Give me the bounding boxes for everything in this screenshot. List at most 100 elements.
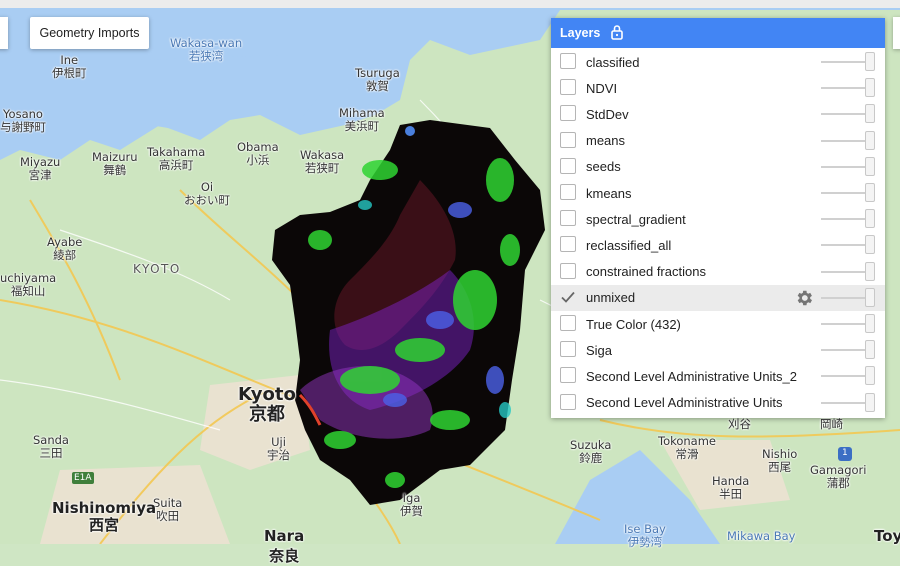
layer-name: NDVI bbox=[586, 80, 618, 96]
layer-row[interactable]: kmeans bbox=[551, 180, 885, 206]
left-panel-toggle[interactable] bbox=[0, 17, 8, 49]
layer-checkbox[interactable] bbox=[560, 105, 576, 122]
map-label-ayabe: Ayabe 綾部 bbox=[47, 235, 83, 262]
opacity-slider-track[interactable] bbox=[821, 192, 871, 194]
lock-icon[interactable] bbox=[610, 24, 624, 43]
geometry-imports-button[interactable]: Geometry Imports bbox=[30, 17, 149, 49]
map-label-suzuka: Suzuka 鈴鹿 bbox=[570, 438, 612, 465]
layer-row[interactable]: unmixed bbox=[551, 284, 885, 313]
opacity-slider-handle[interactable] bbox=[865, 78, 875, 98]
opacity-slider-track[interactable] bbox=[821, 270, 871, 273]
layers-title: Layers bbox=[560, 26, 601, 40]
layer-row[interactable]: classified bbox=[551, 49, 885, 75]
opacity-slider-handle[interactable] bbox=[865, 261, 875, 281]
route-1-badge: 1 bbox=[842, 448, 848, 458]
map-label-tokoname: Tokoname 常滑 bbox=[658, 434, 717, 461]
opacity-slider-track[interactable] bbox=[821, 323, 871, 325]
opacity-slider-track[interactable] bbox=[821, 139, 871, 142]
map-label-nishinomiya: Nishinomiya 西宮 bbox=[52, 499, 157, 534]
layer-name: True Color (432) bbox=[586, 316, 681, 332]
layer-checkbox[interactable] bbox=[560, 393, 576, 410]
layer-row[interactable]: True Color (432) bbox=[551, 311, 885, 337]
map-label-suita: Suita 吹田 bbox=[153, 496, 183, 523]
opacity-slider-track[interactable] bbox=[821, 244, 871, 247]
opacity-slider-handle[interactable] bbox=[865, 156, 875, 176]
layers-panel: Layers classified NDVI StdDev means seeds kme… bbox=[551, 18, 885, 418]
map-label-yosano: Yosano 与謝野町 bbox=[0, 107, 46, 134]
opacity-slider-handle[interactable] bbox=[865, 340, 875, 360]
layer-checkbox[interactable] bbox=[560, 184, 576, 200]
layer-checkbox[interactable] bbox=[560, 262, 576, 279]
layer-row[interactable]: Second Level Administrative Units bbox=[551, 390, 885, 416]
opacity-slider-handle[interactable] bbox=[865, 366, 875, 386]
opacity-slider-handle[interactable] bbox=[865, 287, 875, 307]
opacity-slider-handle[interactable] bbox=[865, 52, 875, 71]
opacity-slider-track[interactable] bbox=[821, 87, 871, 90]
layer-row[interactable]: spectral_gradient bbox=[551, 206, 885, 232]
layer-row[interactable]: seeds bbox=[551, 154, 885, 180]
route-e1a-badge: E1A bbox=[74, 473, 92, 483]
layer-checkbox[interactable] bbox=[560, 210, 576, 227]
opacity-slider-track[interactable] bbox=[821, 113, 871, 116]
gear-icon[interactable] bbox=[794, 288, 814, 313]
opacity-slider-track[interactable] bbox=[821, 401, 871, 404]
layer-checkbox[interactable] bbox=[560, 315, 576, 331]
layer-name: Second Level Administrative Units bbox=[586, 395, 783, 411]
layer-row[interactable]: constrained fractions bbox=[551, 259, 885, 285]
layer-row[interactable]: Siga bbox=[551, 337, 885, 363]
opacity-slider-handle[interactable] bbox=[865, 235, 875, 255]
layer-name: reclassified_all bbox=[586, 237, 672, 253]
map-label-iga: Iga 伊賀 bbox=[400, 491, 423, 518]
layer-row[interactable]: Second Level Administrative Units_2 bbox=[551, 363, 885, 389]
layer-row[interactable]: reclassified_all bbox=[551, 232, 885, 258]
layer-checkbox[interactable] bbox=[560, 367, 576, 384]
opacity-slider-track[interactable] bbox=[821, 349, 871, 352]
map-label-gamagori: Gamagori 蒲郡 bbox=[810, 463, 867, 490]
layer-name: constrained fractions bbox=[586, 264, 706, 280]
map-label-takahama: Takahama 高浜町 bbox=[147, 145, 206, 172]
map-label-ise-bay: Ise Bay 伊勢湾 bbox=[624, 522, 666, 549]
opacity-slider-handle[interactable] bbox=[865, 183, 875, 202]
layer-checkbox[interactable] bbox=[560, 289, 576, 305]
opacity-slider-track[interactable] bbox=[821, 375, 871, 378]
layer-checkbox[interactable] bbox=[560, 341, 576, 358]
map-label-oi: Oi おおい町 bbox=[184, 180, 230, 207]
opacity-slider-track[interactable] bbox=[821, 165, 871, 168]
map-label-nara: Nara 奈良 bbox=[264, 527, 305, 565]
opacity-slider-handle[interactable] bbox=[865, 104, 875, 124]
layer-name: Siga bbox=[586, 342, 613, 358]
opacity-slider-handle[interactable] bbox=[865, 209, 875, 229]
map-label-kariya: 刈谷 bbox=[728, 417, 751, 431]
layer-checkbox[interactable] bbox=[560, 236, 576, 253]
layers-panel-header[interactable]: Layers bbox=[551, 18, 885, 48]
layer-name: means bbox=[586, 133, 626, 149]
layer-checkbox[interactable] bbox=[560, 53, 576, 69]
layer-name: kmeans bbox=[586, 185, 632, 201]
opacity-slider-handle[interactable] bbox=[865, 130, 875, 150]
layer-row[interactable]: StdDev bbox=[551, 101, 885, 127]
map-label-miyazu: Miyazu 宮津 bbox=[20, 155, 61, 182]
opacity-slider-handle[interactable] bbox=[865, 392, 875, 412]
right-panel-toggle[interactable] bbox=[893, 17, 900, 49]
layer-name: StdDev bbox=[586, 106, 629, 122]
layer-name: spectral_gradient bbox=[586, 211, 686, 227]
layer-checkbox[interactable] bbox=[560, 157, 576, 174]
layer-name: unmixed bbox=[586, 290, 636, 306]
map-label-uji: Uji 宇治 bbox=[267, 435, 290, 462]
map-label-maizuru: Maizuru 舞鶴 bbox=[92, 150, 138, 177]
opacity-slider-track[interactable] bbox=[821, 61, 871, 63]
map-label-toy: Toy bbox=[874, 527, 900, 545]
map-label-okazaki: 岡崎 bbox=[820, 417, 843, 431]
map-label-kyoto-region: KYOTO bbox=[133, 262, 181, 276]
opacity-slider-track[interactable] bbox=[821, 218, 871, 221]
map-label-nishio: Nishio 西尾 bbox=[762, 447, 798, 474]
layer-checkbox[interactable] bbox=[560, 79, 576, 96]
layer-row[interactable]: means bbox=[551, 128, 885, 154]
opacity-slider-track[interactable] bbox=[821, 296, 871, 299]
opacity-slider-handle[interactable] bbox=[865, 314, 875, 333]
map-label-kyoto: Kyoto 京都 bbox=[238, 384, 296, 425]
map-label-mikawa-bay: Mikawa Bay bbox=[727, 529, 796, 543]
layer-checkbox[interactable] bbox=[560, 131, 576, 148]
layer-row[interactable]: NDVI bbox=[551, 75, 885, 101]
map-label-wakasa-wan: Wakasa-wan 若狭湾 bbox=[170, 36, 243, 63]
